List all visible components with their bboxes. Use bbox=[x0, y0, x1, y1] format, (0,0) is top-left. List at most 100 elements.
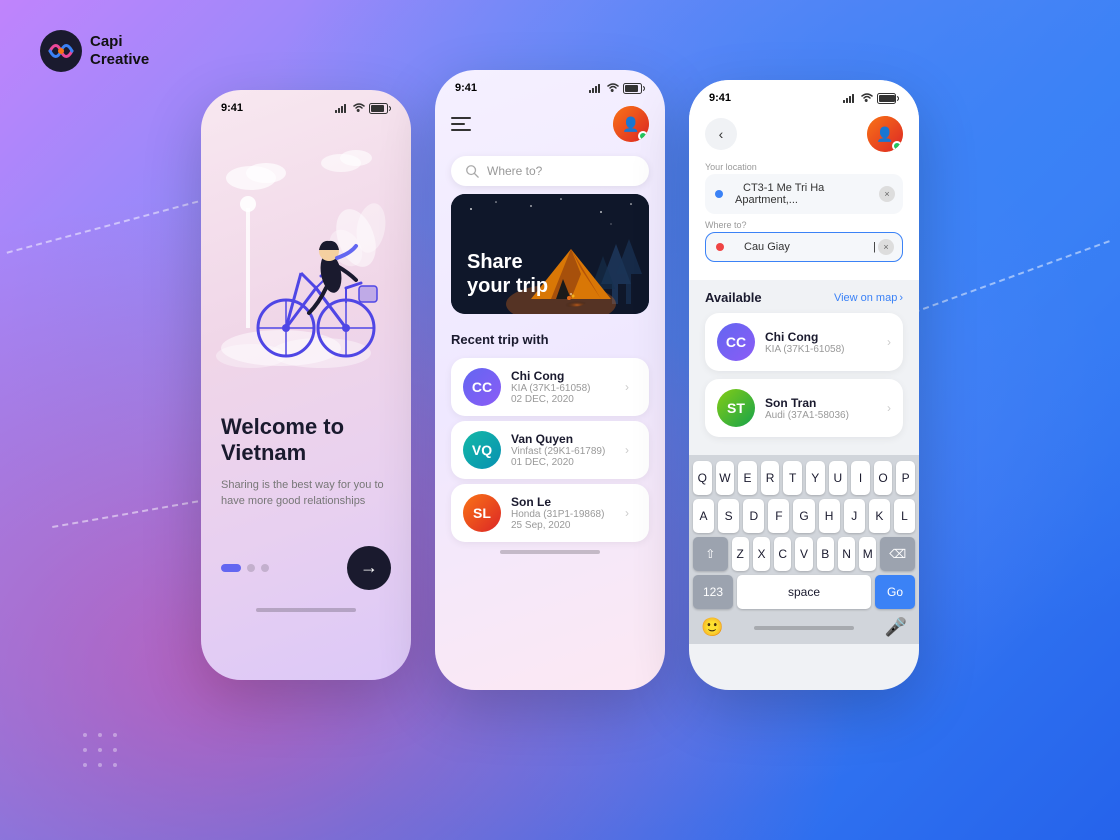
welcome-text-block: Welcome to Vietnam Sharing is the best w… bbox=[201, 398, 411, 526]
trip-chevron-0: › bbox=[617, 377, 637, 397]
search-bar[interactable]: Where to? bbox=[451, 156, 649, 186]
key-P[interactable]: P bbox=[896, 461, 915, 495]
wifi-icon-2 bbox=[607, 83, 619, 93]
to-dot bbox=[716, 243, 724, 251]
key-H[interactable]: H bbox=[819, 499, 840, 533]
key-T[interactable]: T bbox=[783, 461, 802, 495]
trip-card-0[interactable]: CC Chi Cong KIA (37K1-61058) 02 DEC, 202… bbox=[451, 358, 649, 416]
key-Z[interactable]: Z bbox=[732, 537, 749, 571]
available-title: Available bbox=[705, 290, 762, 305]
phone2-header: 👤 bbox=[435, 98, 665, 150]
trip-car-0: KIA (37K1-61058) bbox=[511, 383, 607, 394]
trip-date-1: 01 DEC, 2020 bbox=[511, 457, 607, 468]
key-G[interactable]: G bbox=[793, 499, 814, 533]
trip-card-2[interactable]: SL Son Le Honda (31P1-19868) 25 Sep, 202… bbox=[451, 484, 649, 542]
battery-icon-3 bbox=[877, 93, 899, 104]
key-N[interactable]: N bbox=[838, 537, 855, 571]
home-indicator-3 bbox=[754, 626, 854, 630]
key-L[interactable]: L bbox=[894, 499, 915, 533]
from-address-text: CT3-1 Me Tri Ha Apartment,... bbox=[735, 182, 824, 206]
key-backspace[interactable]: ⌫ bbox=[880, 537, 915, 571]
trip-car-1: Vinfast (29K1-61789) bbox=[511, 446, 607, 457]
key-J[interactable]: J bbox=[844, 499, 865, 533]
key-numbers[interactable]: 123 bbox=[693, 575, 733, 609]
status-icons-1 bbox=[335, 103, 391, 114]
from-field-wrapper: Your location CT3-1 Me Tri Ha Apartment,… bbox=[705, 162, 903, 214]
online-indicator-3 bbox=[892, 141, 902, 151]
to-address-text: Cau Giay bbox=[744, 241, 790, 253]
status-icons-3 bbox=[843, 93, 899, 104]
keyboard-row-2: A S D F G H J K L bbox=[693, 499, 915, 533]
home-indicator-1 bbox=[256, 608, 356, 612]
location-label: Your location bbox=[705, 162, 903, 172]
view-map-link[interactable]: View on map › bbox=[834, 292, 903, 304]
logo: Capi Creative bbox=[40, 30, 149, 72]
key-R[interactable]: R bbox=[761, 461, 780, 495]
dot-2 bbox=[247, 564, 255, 572]
phone-navigation: 9:41 bbox=[689, 80, 919, 690]
user-avatar-btn[interactable]: 👤 bbox=[613, 106, 649, 142]
key-K[interactable]: K bbox=[869, 499, 890, 533]
keyboard-row-4: 123 space Go bbox=[693, 575, 915, 609]
back-button[interactable]: ‹ bbox=[705, 118, 737, 150]
key-B[interactable]: B bbox=[817, 537, 834, 571]
search-placeholder: Where to? bbox=[487, 164, 542, 178]
driver-name-1: Son Tran bbox=[765, 396, 877, 410]
banner-text: Share your trip bbox=[467, 250, 548, 298]
status-time-3: 9:41 bbox=[709, 92, 731, 104]
key-S[interactable]: S bbox=[718, 499, 739, 533]
key-go[interactable]: Go bbox=[875, 575, 915, 609]
key-space[interactable]: space bbox=[737, 575, 871, 609]
key-M[interactable]: M bbox=[859, 537, 876, 571]
phone3-header: ‹ 👤 Your location CT3-1 Me Tri Ha Apartm… bbox=[689, 108, 919, 280]
key-F[interactable]: F bbox=[768, 499, 789, 533]
driver-chevron-1: › bbox=[887, 401, 891, 415]
clear-to-btn[interactable]: × bbox=[878, 239, 894, 255]
to-input[interactable]: Cau Giay | × bbox=[705, 232, 903, 262]
key-shift[interactable]: ⇧ bbox=[693, 537, 728, 571]
phone3-nav: ‹ 👤 bbox=[705, 116, 903, 152]
key-O[interactable]: O bbox=[874, 461, 893, 495]
key-Q[interactable]: Q bbox=[693, 461, 712, 495]
emoji-button[interactable]: 🙂 bbox=[701, 617, 723, 638]
status-bar-2: 9:41 bbox=[435, 70, 665, 98]
driver-chevron-0: › bbox=[887, 335, 891, 349]
menu-line-1 bbox=[451, 117, 471, 119]
location-inputs: Your location CT3-1 Me Tri Ha Apartment,… bbox=[705, 162, 903, 262]
key-D[interactable]: D bbox=[743, 499, 764, 533]
trip-date-2: 25 Sep, 2020 bbox=[511, 520, 607, 531]
key-U[interactable]: U bbox=[829, 461, 848, 495]
clear-from-btn[interactable]: × bbox=[879, 186, 895, 202]
battery-icon bbox=[369, 103, 391, 114]
key-Y[interactable]: Y bbox=[806, 461, 825, 495]
driver-avatar-0: CC bbox=[717, 323, 755, 361]
key-I[interactable]: I bbox=[851, 461, 870, 495]
status-bar-3: 9:41 bbox=[689, 80, 919, 108]
driver-card-0[interactable]: CC Chi Cong KIA (37K1-61058) › bbox=[705, 313, 903, 371]
key-E[interactable]: E bbox=[738, 461, 757, 495]
trip-avatar-1: VQ bbox=[463, 431, 501, 469]
key-V[interactable]: V bbox=[795, 537, 812, 571]
available-section: Available View on map › CC Chi Cong KIA … bbox=[689, 280, 919, 455]
dot-1 bbox=[221, 564, 241, 572]
user-avatar-btn-3[interactable]: 👤 bbox=[867, 116, 903, 152]
from-input[interactable]: CT3-1 Me Tri Ha Apartment,... × bbox=[705, 174, 903, 214]
trip-date-0: 02 DEC, 2020 bbox=[511, 394, 607, 405]
mic-button[interactable]: 🎤 bbox=[885, 617, 907, 638]
driver-card-1[interactable]: ST Son Tran Audi (37A1-58036) › bbox=[705, 379, 903, 437]
key-X[interactable]: X bbox=[753, 537, 770, 571]
trip-card-1[interactable]: VQ Van Quyen Vinfast (29K1-61789) 01 DEC… bbox=[451, 421, 649, 479]
trip-name-0: Chi Cong bbox=[511, 369, 607, 383]
key-C[interactable]: C bbox=[774, 537, 791, 571]
battery-icon-2 bbox=[623, 83, 645, 94]
next-button[interactable]: → bbox=[347, 546, 391, 590]
driver-avatar-1: ST bbox=[717, 389, 755, 427]
key-A[interactable]: A bbox=[693, 499, 714, 533]
driver-car-1: Audi (37A1-58036) bbox=[765, 410, 877, 421]
trip-banner[interactable]: Share your trip bbox=[451, 194, 649, 314]
menu-button[interactable] bbox=[451, 108, 483, 140]
home-indicator-2 bbox=[500, 550, 600, 554]
phone-trip: 9:41 bbox=[435, 70, 665, 690]
bg-dots-left bbox=[80, 730, 140, 790]
key-W[interactable]: W bbox=[716, 461, 735, 495]
